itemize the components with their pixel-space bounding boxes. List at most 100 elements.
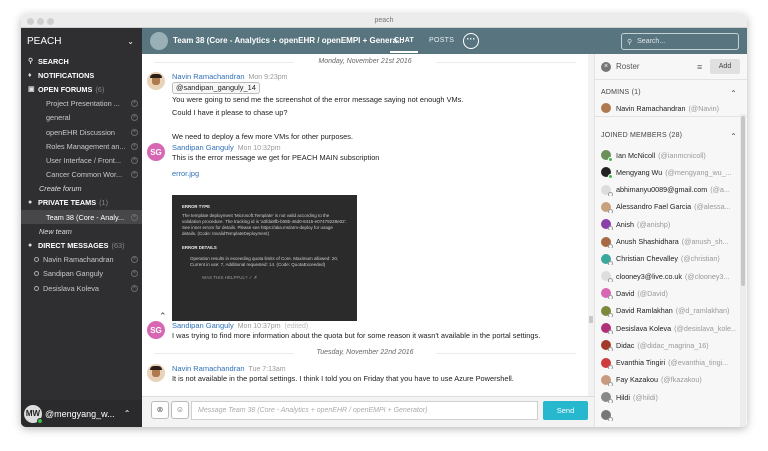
roster-member-row[interactable]: Mengyang Wu (@mengyang_wu_... — [601, 166, 736, 179]
chevron-up-icon[interactable]: ⌃ — [730, 132, 737, 141]
chevron-down-icon[interactable]: ⌄ — [127, 37, 134, 46]
close-icon[interactable]: × — [131, 256, 138, 264]
close-icon[interactable]: × — [601, 62, 611, 72]
minimize-window-button[interactable] — [37, 18, 44, 25]
sidebar-private-teams[interactable]: ● PRIVATE TEAMS (1) — [21, 196, 142, 210]
attachment-link[interactable]: error.jpg — [172, 168, 577, 180]
author-name[interactable]: Sandipan Ganguly — [172, 143, 234, 152]
bell-icon: ♦ — [28, 71, 32, 79]
roster-member-row[interactable]: Fay Kazakou (@fkazakou) — [601, 374, 736, 386]
sidebar-item-dm[interactable]: Sandipan Ganguly × — [21, 267, 142, 281]
emoji-button[interactable]: ☺ — [171, 401, 189, 419]
author-name[interactable]: Sandipan Ganguly — [172, 321, 234, 330]
roster-member-row[interactable]: abhimanyu0089@gmail.com (@a... — [601, 184, 736, 196]
close-icon[interactable]: × — [131, 114, 138, 122]
sidebar-item-dm[interactable]: Desislava Koleva × — [21, 281, 142, 295]
close-icon[interactable]: × — [131, 171, 138, 179]
status-icon — [608, 191, 613, 196]
collapse-chevron-icon[interactable]: ⌃ — [159, 311, 167, 322]
sidebar-item-team[interactable]: Team 38 (Core - Analy... × — [21, 210, 142, 225]
roster-header: × Roster ≡ Add — [595, 54, 747, 80]
tab-posts[interactable]: POSTS — [429, 37, 454, 44]
search-icon: ⚲ — [627, 38, 633, 46]
roster-member-row[interactable]: Anish (@anishp) — [601, 218, 736, 231]
status-icon — [608, 399, 613, 404]
sidebar-item-forum[interactable]: Roles Management an... × — [21, 139, 142, 153]
sidebar-item-dm[interactable]: Navin Ramachandran × — [21, 253, 142, 267]
chevron-up-icon[interactable]: ⌃ — [730, 89, 737, 98]
close-icon[interactable]: × — [131, 100, 138, 108]
message-text: Could I have it please to chase up? — [172, 107, 288, 117]
chevron-up-icon[interactable]: ⌃ — [124, 409, 131, 418]
tab-chat[interactable]: CHAT — [389, 37, 419, 53]
message-input[interactable]: Message Team 38 (Core - Analytics + open… — [191, 401, 538, 420]
avatar[interactable]: SG — [147, 143, 165, 161]
sidebar-item-forum[interactable]: User Interface / Front... × — [21, 153, 142, 167]
close-icon[interactable]: × — [131, 156, 138, 164]
date-separator: Tuesday, November 22nd 2016 — [142, 349, 588, 356]
channel-title[interactable]: Team 38 (Core - Analytics + openEHR / op… — [173, 36, 404, 45]
roster-member-row[interactable]: Ian McNicoll (@ianmcnicoll) — [601, 149, 736, 161]
current-user-bar[interactable]: MW @mengyang_w... ⌃ — [21, 400, 142, 427]
avatar[interactable] — [147, 72, 165, 90]
window-title: peach — [374, 17, 394, 24]
team-avatar-icon — [150, 32, 168, 50]
sort-icon[interactable]: ≡ — [697, 62, 702, 72]
avatar — [601, 150, 613, 161]
avatar — [601, 288, 613, 300]
roster-member-row[interactable]: Evanthia Tingiri (@evanthia_tingi... — [601, 357, 736, 369]
send-button[interactable]: Send — [543, 401, 588, 420]
screenshot-text: Operation results in exceeding quota lim… — [190, 256, 339, 267]
search-input[interactable]: ⚲ Search... — [621, 33, 739, 50]
create-forum-link[interactable]: Create forum — [21, 182, 142, 196]
roster-member-row[interactable]: Hildi (@hildi) — [601, 391, 736, 404]
avatar[interactable]: SG — [147, 321, 165, 339]
search-icon: ⚲ — [28, 58, 34, 66]
edited-label: (edited) — [284, 323, 309, 330]
author-name[interactable]: Navin Ramachandran — [172, 72, 245, 81]
close-icon[interactable]: × — [131, 213, 138, 221]
more-options-button[interactable]: ··· — [463, 33, 479, 49]
sidebar-item-forum[interactable]: general × — [21, 111, 142, 125]
roster-admin-row[interactable]: Navin Ramachandran (@Navin) — [601, 102, 736, 114]
sidebar-item-forum[interactable]: Project Presentation ... × — [21, 97, 142, 111]
roster-member-row[interactable]: Desislava Koleva (@desislava_kole... — [601, 322, 736, 334]
team-header[interactable]: PEACH ⌄ — [21, 28, 142, 54]
roster-member-row[interactable]: Anush Shashidhara (@anush_sh... — [601, 236, 736, 248]
roster-member-row[interactable]: clooney3@live.co.uk (@clooney3... — [601, 270, 736, 283]
sidebar-direct-messages[interactable]: ● DIRECT MESSAGES (63) — [21, 238, 142, 252]
avatar[interactable] — [147, 364, 165, 382]
close-icon[interactable]: × — [131, 128, 138, 136]
sidebar-notifications[interactable]: ♦ NOTIFICATIONS — [21, 68, 142, 82]
mention-chip[interactable]: @sandipan_ganguly_14 — [172, 82, 260, 94]
status-icon — [608, 243, 613, 248]
person-icon: ● — [28, 242, 33, 250]
author-name[interactable]: Navin Ramachandran — [172, 364, 245, 373]
close-window-button[interactable] — [27, 18, 34, 25]
roster-scrollbar[interactable] — [740, 114, 746, 427]
attachment-image[interactable]: ERROR TYPE The template deployment 'Micr… — [172, 195, 357, 321]
sidebar-item-forum[interactable]: Cancer Common Wor... × — [21, 168, 142, 182]
new-team-link[interactable]: New team — [21, 224, 142, 238]
screenshot-heading: ERROR DETAILS — [182, 245, 217, 250]
add-member-button[interactable]: Add — [710, 59, 740, 74]
timestamp: Mon 10:37pm — [237, 323, 281, 330]
close-icon[interactable]: × — [131, 284, 138, 292]
roster-member-row[interactable]: Didac (@didac_magrina_16) — [601, 339, 736, 352]
sidebar-item-forum[interactable]: openEHR Discussion × — [21, 125, 142, 139]
current-username: @mengyang_w... — [45, 408, 115, 419]
admins-section-header[interactable]: ADMINS (1) ⌃ — [601, 89, 741, 98]
attach-button[interactable]: ⊗ — [151, 401, 169, 419]
roster-member-row[interactable] — [601, 409, 736, 421]
close-icon[interactable]: × — [131, 270, 138, 278]
close-icon[interactable]: × — [131, 142, 138, 150]
compose-bar: ⊗ ☺ Message Team 38 (Core - Analytics + … — [142, 396, 612, 427]
roster-member-row[interactable]: Christian Chevalley (@christian) — [601, 253, 736, 265]
zoom-window-button[interactable] — [47, 18, 54, 25]
roster-member-row[interactable]: David Ramlakhan (@d_ramlakhan) — [601, 305, 736, 317]
roster-member-row[interactable]: Alessandro Fael Garcia (@alessa... — [601, 201, 736, 213]
sidebar-search[interactable]: ⚲ SEARCH — [21, 54, 142, 68]
sidebar-open-forums[interactable]: ▣ OPEN FORUMS (6) — [21, 82, 142, 96]
members-section-header[interactable]: JOINED MEMBERS (28) ⌃ — [601, 132, 741, 141]
roster-member-row[interactable]: David (@David) — [601, 287, 736, 300]
